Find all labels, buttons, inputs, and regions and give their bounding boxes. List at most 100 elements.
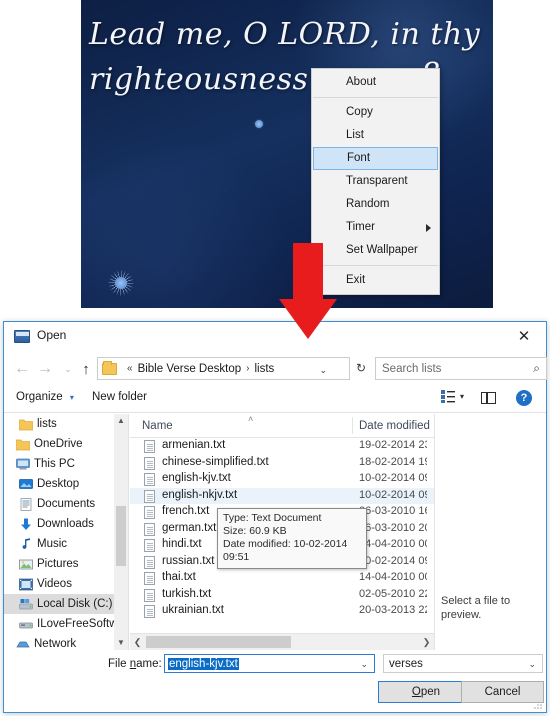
file-name: thai.txt [162,571,196,583]
file-name: english-nkjv.txt [162,488,238,501]
search-placeholder: Search lists [382,362,442,375]
text-file-icon [144,555,155,569]
text-file-icon [144,588,155,602]
open-button[interactable]: Open [378,681,474,703]
sidebar-item-pictures[interactable]: Pictures [4,554,128,574]
sidebar-item-ilovefreesoftware[interactable]: ILoveFreeSoftwa [4,614,128,634]
sidebar-item-videos[interactable]: Videos [4,574,128,594]
table-row[interactable]: english-nkjv.txt 10-02-2014 09:5 [130,487,434,504]
file-date-modified: 10-02-2014 09:5 [359,472,427,484]
recent-locations-button[interactable]: ⌄ [58,359,78,379]
sidebar-item-label: Local Disk (C:) [37,598,113,610]
menu-item-transparent[interactable]: Transparent [312,170,439,193]
scroll-up-icon[interactable]: ▲ [114,414,128,428]
table-row[interactable]: armenian.txt 19-02-2014 23:3 [130,438,434,455]
new-folder-button[interactable]: New folder [92,391,147,403]
table-row[interactable]: thai.txt 14-04-2010 00:0 [130,570,434,587]
menu-item-copy[interactable]: Copy [312,101,439,124]
file-date-modified: 02-05-2010 22:3 [359,587,427,600]
resize-grip-icon[interactable] [533,700,543,710]
change-view-button[interactable]: ▾ [440,390,464,403]
sidebar-item-local-disk-c[interactable]: Local Disk (C:) [4,594,128,614]
table-row[interactable]: chinese-simplified.txt 18-02-2014 19:3 [130,455,434,472]
refresh-icon[interactable]: ↻ [353,360,369,376]
sidebar-item-label: This PC [34,458,75,470]
menu-item-timer[interactable]: Timer [312,216,439,239]
breadcrumb-item-bible-verse-desktop[interactable]: Bible Verse Desktop [138,363,242,375]
search-input[interactable]: Search lists ⌕ [375,357,547,380]
sidebar-item-lists[interactable]: lists [4,414,128,434]
preview-pane-toggle-icon[interactable] [481,392,496,404]
cancel-button[interactable]: Cancel [461,681,544,703]
chevron-down-icon[interactable]: ⌄ [319,365,327,376]
menu-item-font[interactable]: Font [313,147,438,170]
file-name: hindi.txt [162,538,202,550]
text-file-icon [144,539,155,552]
sidebar-item-label: Downloads [37,518,94,530]
dialog-toolbar: Organize ▾ New folder ▾ ? [4,385,546,413]
text-file-icon [144,506,155,519]
sidebar-item-label: Desktop [37,478,80,490]
breadcrumb-item-lists[interactable]: lists [254,363,274,375]
chevron-down-icon[interactable]: ⌄ [528,659,536,670]
file-tooltip: Type: Text Document Size: 60.9 KB Date m… [217,508,367,569]
documents-icon [19,498,33,511]
text-file-icon [144,489,155,503]
tooltip-type: Type: Text Document [223,512,322,524]
file-name: chinese-simplified.txt [162,455,269,468]
open-label-post: pen [420,686,441,698]
chevron-down-icon: ▾ [459,392,464,401]
sidebar-item-this-pc[interactable]: This PC [4,454,128,474]
file-name: french.txt [162,505,210,517]
table-row[interactable]: english-kjv.txt 10-02-2014 09:5 [130,471,434,488]
table-row[interactable]: turkish.txt 02-05-2010 22:3 [130,587,434,604]
scroll-right-icon[interactable]: ❯ [419,634,434,650]
download-arrow-icon [19,518,33,531]
navigation-pane-scrollbar[interactable]: ▲ ▼ [114,414,128,650]
sidebar-item-downloads[interactable]: Downloads [4,514,128,534]
scroll-left-icon[interactable]: ❮ [130,634,145,650]
breadcrumb[interactable]: « Bible Verse Desktop › lists ⌄ [97,357,350,380]
file-list-horizontal-scrollbar[interactable]: ❮ ❯ [130,633,434,650]
up-one-level-button[interactable]: ↑ [76,359,96,379]
close-icon[interactable]: ✕ [502,322,546,351]
scroll-down-icon[interactable]: ▼ [114,636,128,650]
organize-button[interactable]: Organize ▾ [16,391,74,403]
sidebar-item-music[interactable]: Music [4,534,128,554]
scrollbar-thumb[interactable] [116,506,126,566]
column-header-date-modified[interactable]: Date modified [359,420,430,432]
file-type-select[interactable]: verses ⌄ [383,654,543,673]
organize-label: Organize [16,391,63,403]
forward-button[interactable]: → [35,359,55,379]
text-file-icon [144,572,155,585]
music-note-icon [19,538,33,551]
file-date-modified: 06-03-2010 16:1 [359,505,427,517]
desktop-icon [19,478,33,491]
sidebar-item-onedrive[interactable]: OneDrive [4,434,128,454]
menu-item-timer-label: Timer [346,221,375,233]
text-file-icon [144,440,155,453]
chevron-down-icon: ▾ [69,393,74,402]
sort-ascending-icon: ˄ [248,414,254,424]
sidebar-item-documents[interactable]: Documents [4,494,128,514]
menu-item-random[interactable]: Random [312,193,439,216]
pictures-icon [19,558,33,571]
chevron-down-icon[interactable]: ⌄ [360,659,368,670]
file-name: turkish.txt [162,587,212,600]
removable-drive-icon [19,618,33,631]
file-name-input[interactable]: english-kjv.txt ⌄ [164,654,375,673]
scrollbar-thumb[interactable] [146,636,291,648]
sidebar-item-network[interactable]: Network [4,634,128,650]
text-file-icon [144,605,155,618]
annotation-arrow-icon [279,243,337,339]
file-name: english-kjv.txt [162,472,231,484]
menu-item-about[interactable]: About [312,71,439,94]
file-date-modified: 18-02-2014 19:3 [359,455,427,468]
sidebar-item-desktop[interactable]: Desktop [4,474,128,494]
help-icon[interactable]: ? [516,390,532,406]
back-button[interactable]: ← [12,359,32,379]
table-row[interactable]: ukrainian.txt 20-03-2013 22:2 [130,603,434,620]
file-name: russian.txt [162,554,215,567]
menu-item-list[interactable]: List [312,124,439,147]
column-header-name[interactable]: Name [142,420,173,432]
